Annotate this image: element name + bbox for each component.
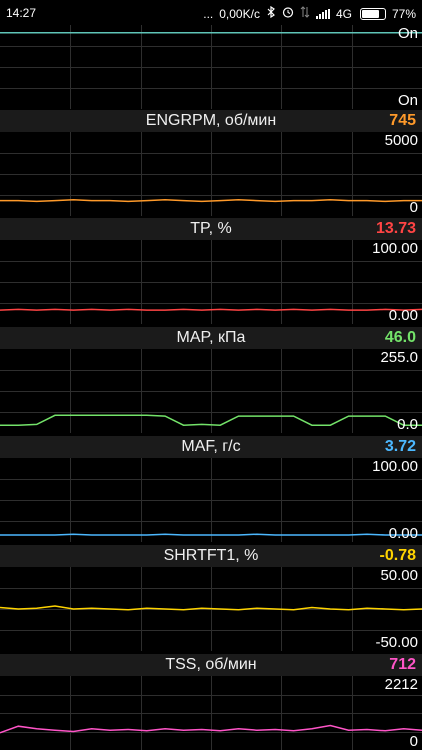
status-icons: ... 0,00K/c 4G 77%: [203, 5, 416, 21]
axis-min-label: 0.00: [388, 525, 418, 542]
battery-icon: [359, 7, 386, 20]
chart-svg: [0, 567, 422, 651]
chart-svg: [0, 349, 422, 433]
sensor-chart: 255.0 0.0: [0, 349, 422, 433]
chart-svg: [0, 240, 422, 324]
chart-svg: [0, 25, 422, 109]
axis-max-label: 100.00: [372, 240, 418, 257]
chart-svg: [0, 132, 422, 216]
axis-min-label: On: [397, 92, 418, 109]
sensor-value: 3.72: [384, 438, 416, 455]
sensor-value: 46.0: [384, 329, 416, 346]
battery-percent: 77%: [391, 6, 416, 21]
sensor-name: SHRTFT1, %: [163, 547, 259, 564]
sensor-name: TSS, об/мин: [165, 656, 257, 673]
axis-max-label: 255.0: [380, 349, 418, 366]
axis-max-label: 100.00: [372, 458, 418, 475]
panel-header[interactable]: SHRTFT1, % -0.78: [0, 545, 422, 567]
data-arrows-icon: [300, 6, 310, 21]
sensor-value: -0.78: [379, 547, 416, 564]
sensor-chart: 100.00 0.00: [0, 240, 422, 324]
net-speed: 0,00K/c: [219, 6, 260, 21]
axis-min-label: 0.0: [397, 416, 418, 433]
chart-svg: [0, 458, 422, 542]
sensor-name: MAP, кПа: [176, 329, 246, 346]
axis-min-label: 0: [409, 199, 418, 216]
sensor-value: 745: [389, 112, 416, 129]
axis-max-label: On: [397, 25, 418, 42]
sensor-chart: 50.00 -50.00: [0, 567, 422, 651]
axis-min-label: 0: [409, 733, 418, 750]
axis-max-label: 5000: [384, 132, 418, 149]
panel-header[interactable]: ENGRPM, об/мин 745: [0, 110, 422, 132]
sensor-series-line: [0, 533, 422, 536]
panel-header[interactable]: MAF, г/с 3.72: [0, 436, 422, 458]
sensor-chart: 100.00 0.00: [0, 458, 422, 542]
sensor-value: 13.73: [375, 220, 416, 237]
network-type: 4G: [335, 6, 352, 21]
axis-max-label: 2212: [384, 676, 418, 693]
panel-header[interactable]: TP, % 13.73: [0, 218, 422, 240]
status-bar: 14:27 ... 0,00K/c 4G 77%: [0, 0, 422, 25]
sensor-chart: 5000 0: [0, 132, 422, 216]
sensor-chart: 2212 0: [0, 676, 422, 750]
axis-min-label: -50.00: [375, 634, 418, 651]
panel-header[interactable]: MAP, кПа 46.0: [0, 327, 422, 349]
sensor-chart: On On: [0, 25, 422, 109]
sensor-name: TP, %: [190, 220, 232, 237]
panel-header[interactable]: TSS, об/мин 712: [0, 654, 422, 676]
sensor-series-line: [0, 308, 422, 311]
signal-icon: [315, 8, 330, 19]
axis-max-label: 50.00: [380, 567, 418, 584]
alarm-icon: [282, 6, 294, 21]
sensor-name: MAF, г/с: [181, 438, 241, 455]
chart-svg: [0, 676, 422, 750]
axis-min-label: 0.00: [388, 307, 418, 324]
sensor-name: ENGRPM, об/мин: [145, 112, 277, 129]
bluetooth-icon: [266, 5, 276, 21]
notification-dots: ...: [203, 6, 214, 21]
sensor-value: 712: [389, 656, 416, 673]
status-time: 14:27: [6, 6, 37, 20]
